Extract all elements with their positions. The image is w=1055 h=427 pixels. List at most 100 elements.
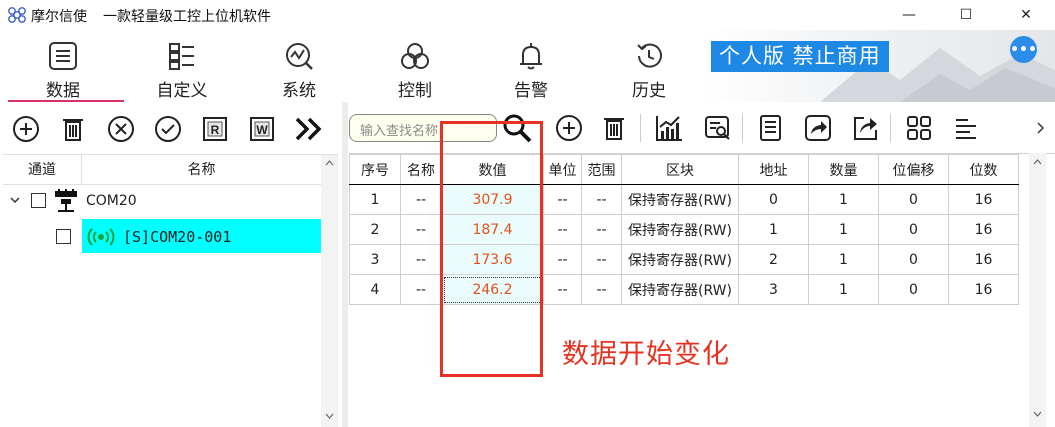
panel-splitter[interactable]	[342, 102, 348, 427]
tab-data[interactable]: 数据	[8, 38, 124, 102]
cell-range[interactable]: --	[581, 214, 622, 245]
share-button[interactable]	[800, 110, 836, 146]
cell-bits[interactable]: 16	[948, 184, 1019, 215]
cell-bit-offset[interactable]: 0	[878, 244, 949, 275]
cell-address[interactable]: 3	[738, 274, 809, 305]
read-button[interactable]: R	[198, 112, 232, 146]
device-label[interactable]: [S]COM20-001	[123, 228, 231, 246]
cell-bit-offset[interactable]: 0	[878, 214, 949, 245]
column-header[interactable]: 位偏移	[878, 154, 949, 185]
scroll-up-icon[interactable]	[1033, 158, 1042, 165]
column-header[interactable]: 单位	[543, 154, 582, 185]
cell-range[interactable]: --	[581, 274, 622, 305]
column-header[interactable]: 范围	[581, 154, 622, 185]
column-header[interactable]: 区块	[621, 154, 739, 185]
cell-bits[interactable]: 16	[948, 214, 1019, 245]
cell-index[interactable]: 3	[349, 244, 401, 275]
double-chevron-right-icon	[295, 117, 322, 141]
minimize-button[interactable]: —	[886, 0, 932, 30]
column-header-name[interactable]: 名称	[82, 155, 321, 185]
cell-bits[interactable]: 16	[948, 274, 1019, 305]
cell-index[interactable]: 2	[349, 214, 401, 245]
write-button[interactable]: W	[245, 112, 279, 146]
cell-index[interactable]: 4	[349, 274, 401, 305]
cell-index[interactable]: 1	[349, 184, 401, 215]
inspect-button[interactable]	[699, 110, 735, 146]
tab-label: 控制	[398, 81, 432, 101]
write-icon: W	[250, 117, 274, 141]
add-point-button[interactable]	[551, 110, 587, 146]
cell-block[interactable]: 保持寄存器(RW)	[621, 244, 739, 275]
cell-range[interactable]: --	[581, 184, 622, 215]
cell-name[interactable]: --	[400, 274, 442, 305]
cell-name[interactable]: --	[400, 184, 442, 215]
tab-system[interactable]: 系统	[244, 38, 354, 102]
tab-control[interactable]: 控制	[360, 38, 470, 102]
svg-text:W: W	[256, 123, 268, 137]
share-icon	[805, 115, 831, 141]
disconnect-button[interactable]	[104, 112, 138, 146]
column-header[interactable]: 数量	[808, 154, 879, 185]
align-icon	[956, 119, 976, 139]
column-header[interactable]: 名称	[400, 154, 442, 185]
more-button[interactable]: •••	[1010, 36, 1037, 63]
toolbar-scroll-right[interactable]	[1036, 122, 1045, 137]
table-scrollbar[interactable]	[1029, 153, 1046, 427]
cell-address[interactable]: 0	[738, 184, 809, 215]
channel-tree: 通道 名称 COM20 [S]COM20-001	[3, 154, 338, 427]
delete-point-button[interactable]	[596, 110, 632, 146]
cell-address[interactable]: 1	[738, 214, 809, 245]
cell-name[interactable]: --	[400, 244, 442, 275]
scroll-down-icon[interactable]	[1033, 411, 1042, 418]
tab-label: 系统	[282, 81, 316, 101]
maximize-button[interactable]: ☐	[943, 0, 989, 30]
scroll-down-icon[interactable]	[325, 413, 334, 420]
cell-unit[interactable]: --	[543, 274, 582, 305]
cell-range[interactable]: --	[581, 244, 622, 275]
column-header-channel[interactable]: 通道	[3, 155, 81, 185]
chevron-down-icon[interactable]	[10, 194, 20, 207]
tree-scrollbar[interactable]	[321, 155, 338, 427]
close-circle-icon	[108, 116, 134, 142]
tab-history[interactable]: 历史	[594, 38, 704, 102]
annotation-text: 数据开始变化	[562, 339, 730, 370]
cell-bit-offset[interactable]: 0	[878, 274, 949, 305]
cell-block[interactable]: 保持寄存器(RW)	[621, 274, 739, 305]
export-button[interactable]	[847, 110, 883, 146]
add-channel-button[interactable]	[9, 112, 43, 146]
cell-name[interactable]: --	[400, 214, 442, 245]
cell-unit[interactable]: --	[543, 184, 582, 215]
cell-block[interactable]: 保持寄存器(RW)	[621, 184, 739, 215]
cell-unit[interactable]: --	[543, 214, 582, 245]
cell-block[interactable]: 保持寄存器(RW)	[621, 214, 739, 245]
chart-button[interactable]	[651, 110, 687, 146]
tab-custom[interactable]: 自定义	[127, 38, 237, 102]
column-header[interactable]: 地址	[738, 154, 809, 185]
device-checkbox[interactable]	[56, 229, 71, 244]
close-button[interactable]: ✕	[1003, 0, 1049, 30]
tree-header: 通道 名称	[3, 155, 321, 185]
tab-alarm[interactable]: 告警	[476, 38, 586, 102]
connect-button[interactable]	[151, 112, 185, 146]
grid-icon	[907, 116, 931, 140]
cell-address[interactable]: 2	[738, 244, 809, 275]
cell-count[interactable]: 1	[808, 214, 879, 245]
cell-unit[interactable]: --	[543, 244, 582, 275]
document-button[interactable]	[752, 110, 788, 146]
grid-view-button[interactable]	[901, 110, 937, 146]
cell-count[interactable]: 1	[808, 184, 879, 215]
delete-channel-button[interactable]	[56, 112, 90, 146]
cell-bit-offset[interactable]: 0	[878, 184, 949, 215]
annotation-highlight-box	[440, 121, 543, 377]
channel-checkbox[interactable]	[31, 193, 46, 208]
cell-bits[interactable]: 16	[948, 244, 1019, 275]
collapse-panel-button[interactable]	[292, 112, 326, 146]
column-header[interactable]: 位数	[948, 154, 1019, 185]
align-button[interactable]	[948, 110, 984, 146]
column-header[interactable]: 序号	[349, 154, 401, 185]
delete-icon	[604, 118, 624, 140]
cell-count[interactable]: 1	[808, 244, 879, 275]
cell-count[interactable]: 1	[808, 274, 879, 305]
scroll-up-icon[interactable]	[325, 159, 334, 166]
channel-label[interactable]: COM20	[86, 193, 137, 209]
